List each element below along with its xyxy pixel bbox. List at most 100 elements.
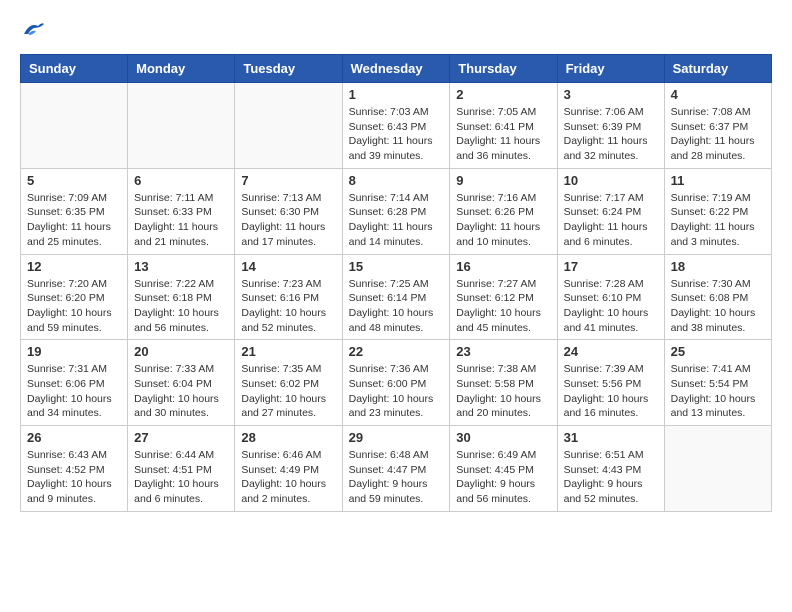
day-number: 22 xyxy=(349,344,444,359)
day-info: Sunrise: 7:17 AMSunset: 6:24 PMDaylight:… xyxy=(564,191,658,250)
logo xyxy=(20,20,46,38)
calendar-header-row: SundayMondayTuesdayWednesdayThursdayFrid… xyxy=(21,55,772,83)
calendar-cell: 18 Sunrise: 7:30 AMSunset: 6:08 PMDayligh… xyxy=(664,254,771,340)
calendar-week-1: 1Sunrise: 7:03 AMSunset: 6:43 PMDaylight… xyxy=(21,83,772,169)
calendar-header-tuesday: Tuesday xyxy=(235,55,342,83)
calendar-cell: 25Sunrise: 7:41 AMSunset: 5:54 PMDayligh… xyxy=(664,340,771,426)
day-number: 27 xyxy=(134,430,228,445)
calendar-cell: 2 Sunrise: 7:05 AMSunset: 6:41 PMDaylight… xyxy=(450,83,557,169)
day-info: Sunrise: 7:35 AMSunset: 6:02 PMDaylight:… xyxy=(241,362,335,421)
day-info: Sunrise: 7:14 AMSunset: 6:28 PMDaylight:… xyxy=(349,191,444,250)
calendar-cell: 1Sunrise: 7:03 AMSunset: 6:43 PMDaylight… xyxy=(342,83,450,169)
day-info: Sunrise: 7:13 AMSunset: 6:30 PMDaylight:… xyxy=(241,191,335,250)
day-number: 19 xyxy=(27,344,121,359)
day-number: 13 xyxy=(134,259,228,274)
day-number: 15 xyxy=(349,259,444,274)
day-info: Sunrise: 6:43 AMSunset: 4:52 PMDaylight:… xyxy=(27,448,121,507)
calendar-cell: 26 Sunrise: 6:43 AMSunset: 4:52 PMDayligh… xyxy=(21,426,128,512)
day-info: Sunrise: 7:08 AMSunset: 6:37 PMDaylight:… xyxy=(671,105,765,164)
day-info: Sunrise: 7:06 AMSunset: 6:39 PMDaylight:… xyxy=(564,105,658,164)
day-info: Sunrise: 7:16 AMSunset: 6:26 PMDaylight:… xyxy=(456,191,550,250)
day-number: 14 xyxy=(241,259,335,274)
calendar-cell: 10 Sunrise: 7:17 AMSunset: 6:24 PMDayligh… xyxy=(557,168,664,254)
day-number: 21 xyxy=(241,344,335,359)
calendar-cell: 7 Sunrise: 7:13 AMSunset: 6:30 PMDaylight… xyxy=(235,168,342,254)
calendar-table: SundayMondayTuesdayWednesdayThursdayFrid… xyxy=(20,54,772,512)
calendar-cell xyxy=(664,426,771,512)
calendar-cell: 23 Sunrise: 7:38 AMSunset: 5:58 PMDayligh… xyxy=(450,340,557,426)
calendar-week-3: 12 Sunrise: 7:20 AMSunset: 6:20 PMDayligh… xyxy=(21,254,772,340)
calendar-cell: 17 Sunrise: 7:28 AMSunset: 6:10 PMDayligh… xyxy=(557,254,664,340)
calendar-cell: 3 Sunrise: 7:06 AMSunset: 6:39 PMDaylight… xyxy=(557,83,664,169)
day-info: Sunrise: 7:25 AMSunset: 6:14 PMDaylight:… xyxy=(349,277,444,336)
day-number: 12 xyxy=(27,259,121,274)
day-info: Sunrise: 7:05 AMSunset: 6:41 PMDaylight:… xyxy=(456,105,550,164)
day-info: Sunrise: 7:30 AMSunset: 6:08 PMDaylight:… xyxy=(671,277,765,336)
day-number: 16 xyxy=(456,259,550,274)
day-info: Sunrise: 7:03 AMSunset: 6:43 PMDaylight:… xyxy=(349,105,444,164)
calendar-cell xyxy=(128,83,235,169)
calendar-header-monday: Monday xyxy=(128,55,235,83)
calendar-cell: 24Sunrise: 7:39 AMSunset: 5:56 PMDayligh… xyxy=(557,340,664,426)
calendar-cell: 16 Sunrise: 7:27 AMSunset: 6:12 PMDayligh… xyxy=(450,254,557,340)
calendar-header-saturday: Saturday xyxy=(664,55,771,83)
calendar-cell: 4 Sunrise: 7:08 AMSunset: 6:37 PMDaylight… xyxy=(664,83,771,169)
calendar-header-wednesday: Wednesday xyxy=(342,55,450,83)
calendar-cell: 29Sunrise: 6:48 AMSunset: 4:47 PMDayligh… xyxy=(342,426,450,512)
day-info: Sunrise: 6:51 AMSunset: 4:43 PMDaylight:… xyxy=(564,448,658,507)
calendar-week-4: 19Sunrise: 7:31 AMSunset: 6:06 PMDayligh… xyxy=(21,340,772,426)
day-number: 5 xyxy=(27,173,121,188)
day-number: 30 xyxy=(456,430,550,445)
day-number: 17 xyxy=(564,259,658,274)
calendar-cell: 5 Sunrise: 7:09 AMSunset: 6:35 PMDaylight… xyxy=(21,168,128,254)
day-number: 26 xyxy=(27,430,121,445)
day-number: 18 xyxy=(671,259,765,274)
day-info: Sunrise: 7:11 AMSunset: 6:33 PMDaylight:… xyxy=(134,191,228,250)
day-number: 28 xyxy=(241,430,335,445)
day-info: Sunrise: 7:23 AMSunset: 6:16 PMDaylight:… xyxy=(241,277,335,336)
page-header xyxy=(20,20,772,38)
calendar-cell: 15 Sunrise: 7:25 AMSunset: 6:14 PMDayligh… xyxy=(342,254,450,340)
day-info: Sunrise: 7:19 AMSunset: 6:22 PMDaylight:… xyxy=(671,191,765,250)
day-info: Sunrise: 7:38 AMSunset: 5:58 PMDaylight:… xyxy=(456,362,550,421)
day-info: Sunrise: 7:27 AMSunset: 6:12 PMDaylight:… xyxy=(456,277,550,336)
day-info: Sunrise: 7:09 AMSunset: 6:35 PMDaylight:… xyxy=(27,191,121,250)
calendar-week-2: 5 Sunrise: 7:09 AMSunset: 6:35 PMDaylight… xyxy=(21,168,772,254)
day-number: 9 xyxy=(456,173,550,188)
day-info: Sunrise: 7:20 AMSunset: 6:20 PMDaylight:… xyxy=(27,277,121,336)
calendar-cell: 8 Sunrise: 7:14 AMSunset: 6:28 PMDaylight… xyxy=(342,168,450,254)
calendar-cell: 14 Sunrise: 7:23 AMSunset: 6:16 PMDayligh… xyxy=(235,254,342,340)
day-info: Sunrise: 7:33 AMSunset: 6:04 PMDaylight:… xyxy=(134,362,228,421)
day-number: 7 xyxy=(241,173,335,188)
day-info: Sunrise: 7:22 AMSunset: 6:18 PMDaylight:… xyxy=(134,277,228,336)
calendar-cell xyxy=(21,83,128,169)
calendar-cell: 11Sunrise: 7:19 AMSunset: 6:22 PMDayligh… xyxy=(664,168,771,254)
day-number: 6 xyxy=(134,173,228,188)
day-number: 4 xyxy=(671,87,765,102)
day-number: 8 xyxy=(349,173,444,188)
day-number: 29 xyxy=(349,430,444,445)
day-number: 10 xyxy=(564,173,658,188)
day-info: Sunrise: 7:28 AMSunset: 6:10 PMDaylight:… xyxy=(564,277,658,336)
day-info: Sunrise: 6:49 AMSunset: 4:45 PMDaylight:… xyxy=(456,448,550,507)
calendar-cell: 13 Sunrise: 7:22 AMSunset: 6:18 PMDayligh… xyxy=(128,254,235,340)
calendar-cell: 22 Sunrise: 7:36 AMSunset: 6:00 PMDayligh… xyxy=(342,340,450,426)
calendar-cell: 28 Sunrise: 6:46 AMSunset: 4:49 PMDayligh… xyxy=(235,426,342,512)
calendar-cell: 6 Sunrise: 7:11 AMSunset: 6:33 PMDaylight… xyxy=(128,168,235,254)
calendar-cell: 27Sunrise: 6:44 AMSunset: 4:51 PMDayligh… xyxy=(128,426,235,512)
calendar-header-sunday: Sunday xyxy=(21,55,128,83)
calendar-header-friday: Friday xyxy=(557,55,664,83)
calendar-week-5: 26 Sunrise: 6:43 AMSunset: 4:52 PMDayligh… xyxy=(21,426,772,512)
calendar-cell: 12 Sunrise: 7:20 AMSunset: 6:20 PMDayligh… xyxy=(21,254,128,340)
calendar-cell: 31Sunrise: 6:51 AMSunset: 4:43 PMDayligh… xyxy=(557,426,664,512)
calendar-header-thursday: Thursday xyxy=(450,55,557,83)
day-number: 3 xyxy=(564,87,658,102)
day-number: 23 xyxy=(456,344,550,359)
day-info: Sunrise: 7:41 AMSunset: 5:54 PMDaylight:… xyxy=(671,362,765,421)
calendar-cell: 21 Sunrise: 7:35 AMSunset: 6:02 PMDayligh… xyxy=(235,340,342,426)
day-number: 2 xyxy=(456,87,550,102)
day-info: Sunrise: 7:36 AMSunset: 6:00 PMDaylight:… xyxy=(349,362,444,421)
day-info: Sunrise: 6:46 AMSunset: 4:49 PMDaylight:… xyxy=(241,448,335,507)
calendar-cell: 19Sunrise: 7:31 AMSunset: 6:06 PMDayligh… xyxy=(21,340,128,426)
calendar-cell: 20Sunrise: 7:33 AMSunset: 6:04 PMDayligh… xyxy=(128,340,235,426)
